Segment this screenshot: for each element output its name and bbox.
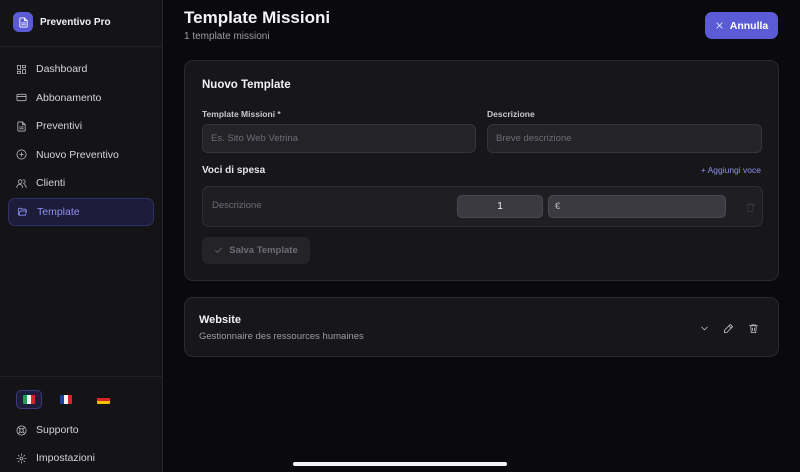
language-switcher bbox=[16, 390, 116, 409]
line-quantity-input[interactable]: 1 bbox=[457, 195, 543, 218]
template-name-label: Template Missioni * bbox=[202, 109, 281, 119]
line-price-input[interactable]: € bbox=[548, 195, 726, 218]
add-line-button[interactable]: + Aggiungi voce bbox=[701, 165, 761, 175]
template-name-input[interactable] bbox=[202, 124, 476, 153]
language-fr-button[interactable] bbox=[53, 390, 79, 409]
sidebar-item-label: Clienti bbox=[36, 177, 66, 189]
home-indicator bbox=[293, 462, 507, 466]
save-label: Salva Template bbox=[229, 245, 298, 256]
template-card[interactable]: Website Gestionnaire des ressources huma… bbox=[184, 297, 779, 357]
support-label: Supporto bbox=[36, 424, 79, 436]
italy-flag-icon bbox=[22, 395, 36, 404]
sidebar-item-template[interactable]: Template bbox=[8, 197, 154, 226]
new-template-card: Nuovo Template Template Missioni * Descr… bbox=[184, 60, 779, 281]
check-icon bbox=[215, 247, 223, 253]
expense-lines-label: Voci di spesa bbox=[202, 165, 266, 176]
sidebar-item-label: Abbonamento bbox=[36, 91, 102, 104]
sidebar-item-clienti[interactable]: Clienti bbox=[8, 169, 154, 197]
currency-symbol: € bbox=[555, 201, 561, 212]
edit-button[interactable] bbox=[723, 321, 734, 339]
users-icon bbox=[16, 178, 27, 188]
sidebar-item-label: Template bbox=[37, 205, 80, 218]
divider bbox=[0, 376, 162, 377]
template-description: Gestionnaire des ressources humaines bbox=[199, 331, 364, 342]
sidebar-item-dashboard[interactable]: Dashboard bbox=[8, 55, 154, 83]
support-link[interactable]: Supporto bbox=[16, 424, 79, 436]
line-description-input[interactable]: Descrizione bbox=[212, 200, 262, 211]
plus-circle-icon bbox=[16, 149, 27, 160]
description-input[interactable] bbox=[487, 124, 762, 153]
sidebar-item-label: Preventivi bbox=[36, 120, 83, 132]
lifebuoy-icon bbox=[16, 425, 27, 435]
credit-card-icon bbox=[16, 93, 27, 102]
brand-name: Preventivo Pro bbox=[40, 16, 111, 28]
sidebar: Preventivo Pro Dashboard Abbonamento Pre… bbox=[0, 0, 163, 472]
folder-open-icon bbox=[17, 207, 28, 216]
sidebar-item-nuovo-preventivo[interactable]: Nuovo Preventivo bbox=[8, 141, 154, 169]
cancel-button[interactable]: Annulla bbox=[705, 12, 778, 39]
sidebar-item-preventivi[interactable]: Preventivi bbox=[8, 112, 154, 140]
settings-label: Impostazioni bbox=[36, 452, 95, 464]
trash-icon bbox=[748, 324, 759, 334]
page-subtitle: 1 template missioni bbox=[184, 31, 270, 42]
delete-line-button[interactable] bbox=[745, 200, 756, 218]
close-icon bbox=[716, 22, 723, 29]
page-title: Template Missioni bbox=[184, 8, 331, 27]
france-flag-icon bbox=[59, 395, 73, 404]
chevron-down-icon bbox=[701, 326, 708, 331]
expand-button[interactable] bbox=[699, 321, 710, 339]
germany-flag-icon bbox=[96, 395, 110, 404]
cancel-label: Annulla bbox=[729, 19, 769, 32]
sidebar-item-abbonamento[interactable]: Abbonamento bbox=[8, 84, 154, 112]
language-de-button[interactable] bbox=[90, 390, 116, 409]
description-label: Descrizione bbox=[487, 109, 535, 119]
settings-link[interactable]: Impostazioni bbox=[16, 452, 95, 464]
template-name: Website bbox=[199, 314, 241, 326]
sidebar-item-label: Nuovo Preventivo bbox=[36, 148, 119, 161]
brand[interactable]: Preventivo Pro bbox=[13, 12, 111, 32]
gear-icon bbox=[16, 453, 27, 463]
document-icon bbox=[17, 121, 26, 131]
document-icon bbox=[13, 12, 33, 32]
dashboard-grid-icon bbox=[16, 64, 27, 74]
language-it-button[interactable] bbox=[16, 390, 42, 409]
delete-button[interactable] bbox=[748, 321, 759, 339]
sidebar-nav: Dashboard Abbonamento Preventivi Nuovo P… bbox=[8, 55, 154, 226]
card-title: Nuovo Template bbox=[202, 79, 291, 91]
pencil-icon bbox=[723, 323, 734, 334]
divider bbox=[0, 46, 162, 47]
save-template-button[interactable]: Salva Template bbox=[202, 237, 310, 264]
expense-line-row: Descrizione 1 € bbox=[202, 186, 763, 227]
sidebar-item-label: Dashboard bbox=[36, 63, 88, 75]
trash-icon bbox=[745, 203, 756, 213]
